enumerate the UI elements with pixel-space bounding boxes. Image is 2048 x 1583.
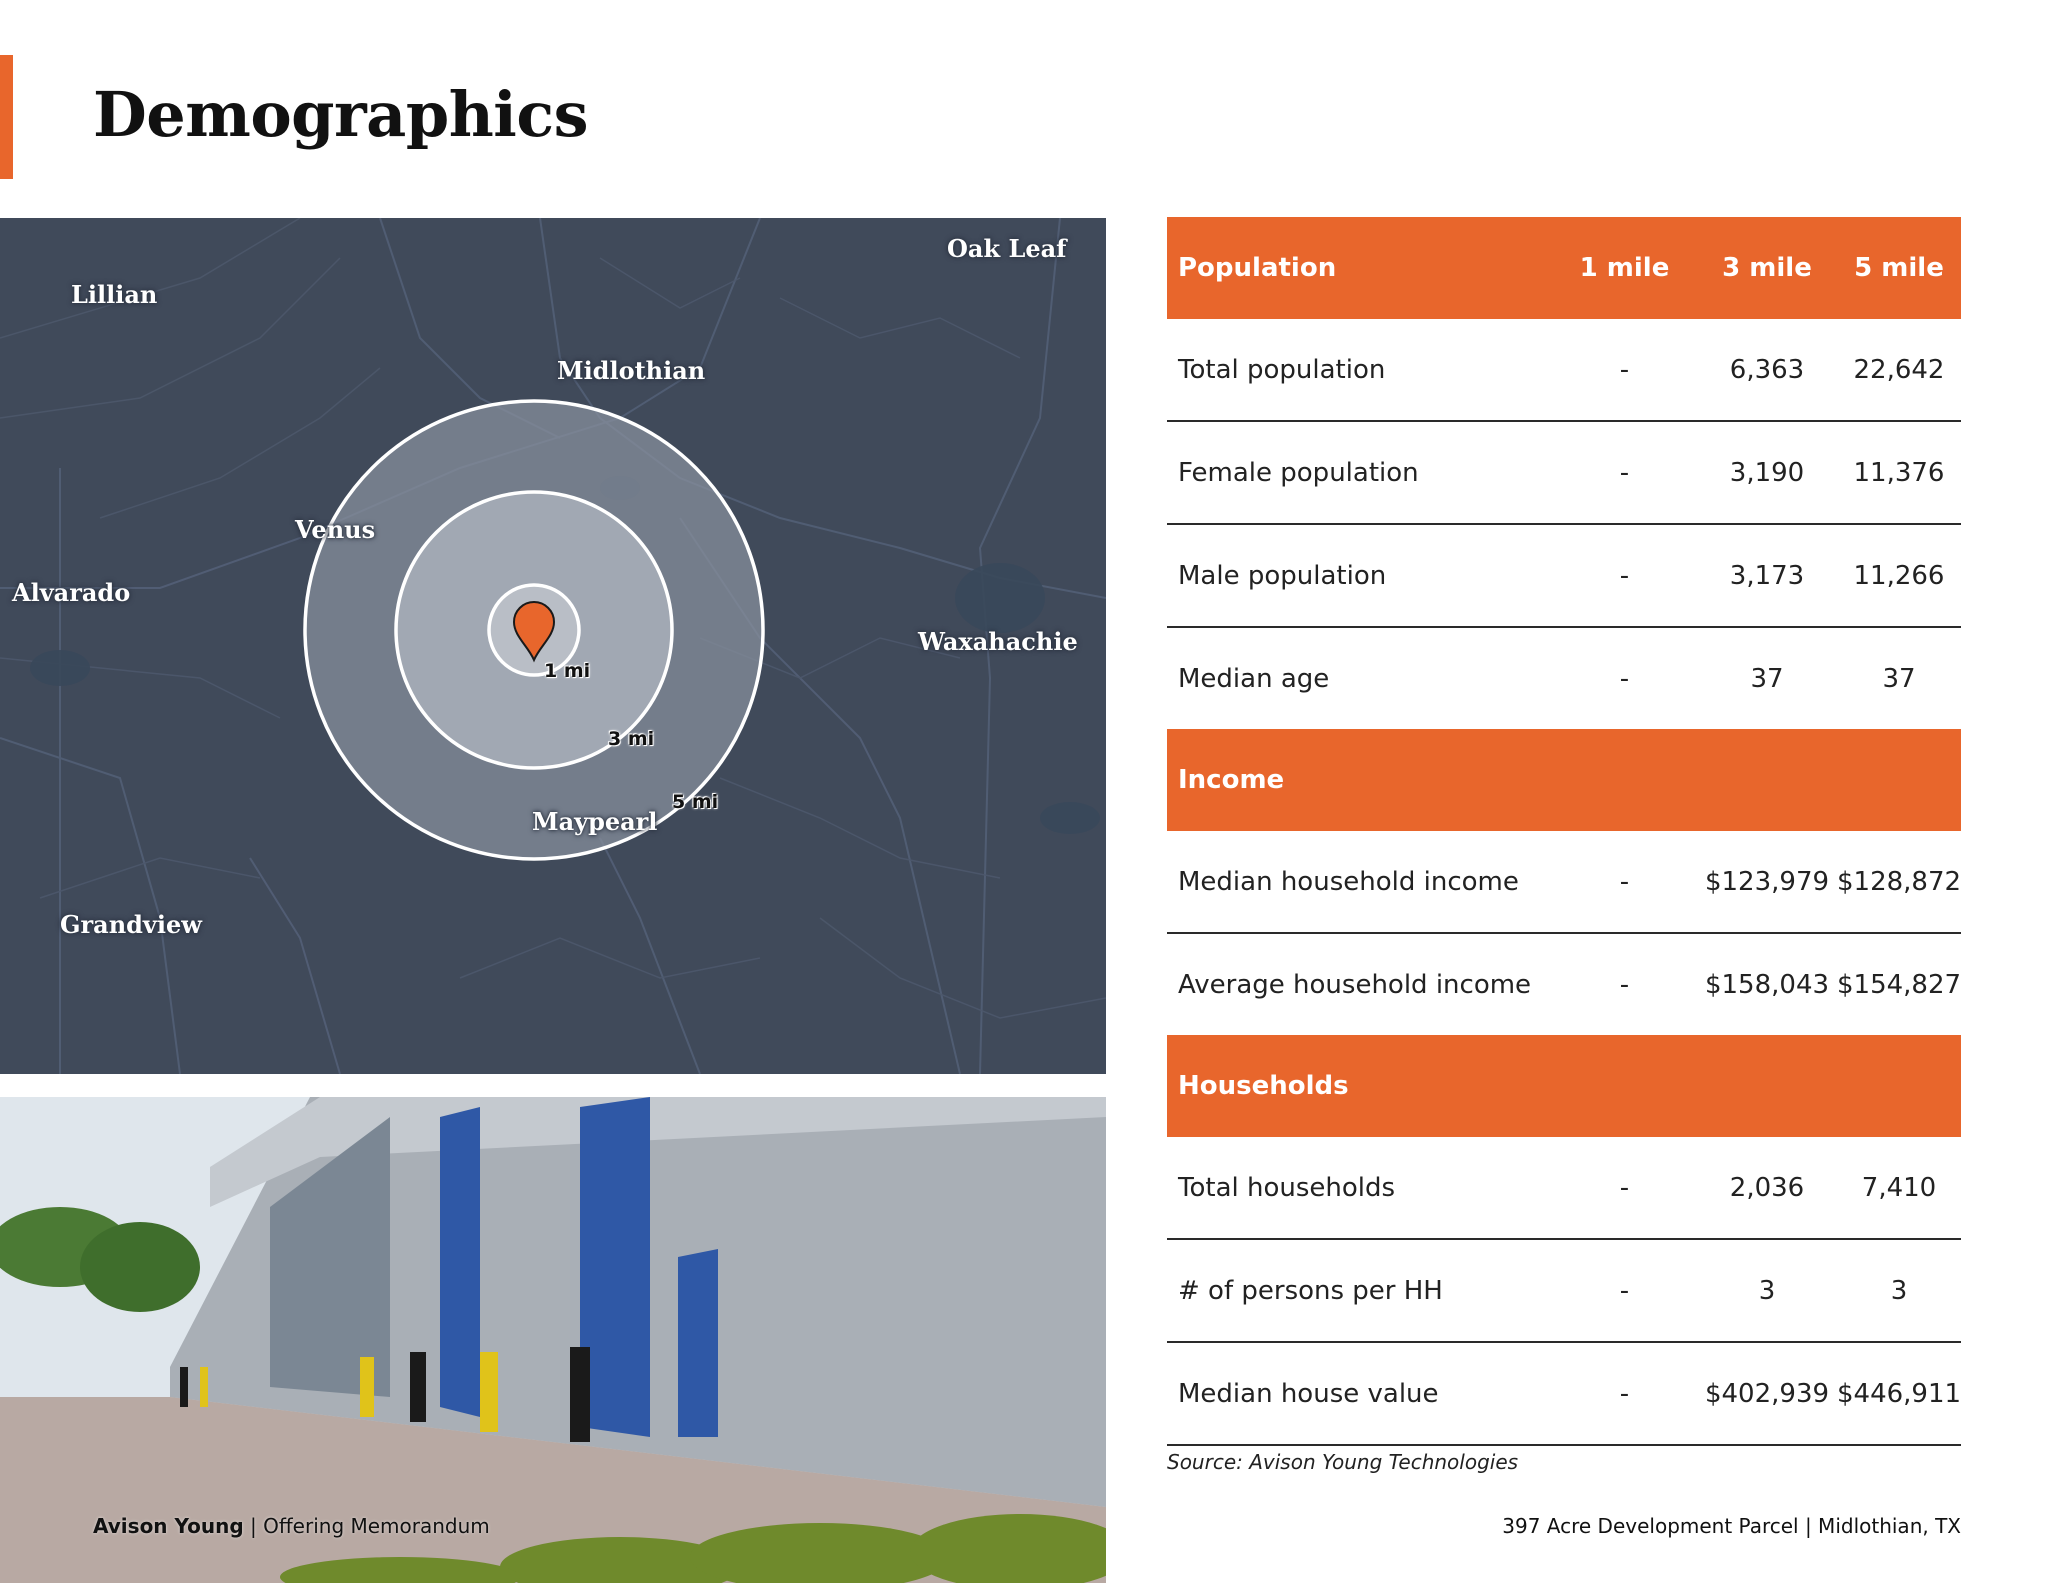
cell-5-mile: 22,642 [1853,354,1945,385]
town-label-midlothian: Midlothian [557,356,706,385]
row-label: Female population [1178,457,1419,488]
cell-1-mile: - [1619,560,1630,591]
section-title: Households [1178,1071,1349,1101]
cell-1-mile: - [1619,457,1630,488]
table-row: Median household income - $123,979 $128,… [1167,831,1961,934]
cell-5-mile: 3 [1890,1275,1908,1306]
footer-property: 397 Acre Development Parcel | Midlothian… [1502,1514,1961,1538]
footer-doc-type: Offering Memorandum [263,1514,490,1538]
col-header-1-mile: 1 mile [1579,253,1670,283]
ring-label-1mi: 1 mi [544,660,591,682]
col-header-3-mile: 3 mile [1722,253,1812,283]
row-label: Median household income [1178,866,1519,897]
cell-3-mile: 37 [1750,663,1784,694]
col-header-5-mile: 5 mile [1854,253,1944,283]
town-label-waxahachie: Waxahachie [918,627,1078,656]
cell-1-mile: - [1619,1378,1630,1409]
cell-5-mile: $154,827 [1837,969,1962,1000]
footer-brand: Avison Young [93,1514,244,1538]
demographics-table: Population 1 mile 3 mile 5 mile Total po… [1167,217,1961,1446]
cell-1-mile: - [1619,663,1630,694]
town-label-grandview: Grandview [60,910,202,939]
demographics-map: Oak Leaf Lillian Midlothian Venus Alvara… [0,218,1106,1074]
row-label: Male population [1178,560,1387,591]
row-label: Total households [1178,1172,1396,1203]
footer-separator: | [250,1514,257,1538]
town-label-oak-leaf: Oak Leaf [947,234,1067,263]
cell-5-mile: $446,911 [1837,1378,1962,1409]
table-row: # of persons per HH - 3 3 [1167,1240,1961,1343]
cell-3-mile: 3 [1758,1275,1776,1306]
cell-5-mile: 11,376 [1853,457,1945,488]
cell-3-mile: $158,043 [1704,969,1830,1000]
table-row: Average household income - $158,043 $154… [1167,934,1961,1035]
row-label: Average household income [1178,969,1532,1000]
town-label-venus: Venus [295,515,376,544]
section-header-households: Households [1167,1035,1961,1137]
ring-label-3mi: 3 mi [608,728,655,750]
cell-3-mile: $123,979 [1704,866,1830,897]
cell-1-mile: - [1619,969,1630,1000]
cell-1-mile: - [1619,1172,1630,1203]
cell-3-mile: 3,190 [1729,457,1805,488]
cell-1-mile: - [1619,1275,1630,1306]
warehouse-illustration [0,1097,1106,1583]
cell-5-mile: 37 [1882,663,1916,694]
town-label-maypearl: Maypearl [532,807,658,836]
row-label: Total population [1178,354,1386,385]
section-title: Population [1178,253,1337,283]
town-label-alvarado: Alvarado [12,578,131,607]
cell-3-mile: 2,036 [1729,1172,1805,1203]
cell-5-mile: $128,872 [1837,866,1962,897]
table-row: Median age - 37 37 [1167,628,1961,729]
row-label: Median age [1178,663,1330,694]
section-title: Income [1178,765,1285,795]
section-header-income: Income [1167,729,1961,831]
table-row: Total households - 2,036 7,410 [1167,1137,1961,1240]
section-header-population: Population 1 mile 3 mile 5 mile [1167,217,1961,319]
row-label: # of persons per HH [1178,1275,1443,1306]
cell-5-mile: 11,266 [1853,560,1945,591]
cell-1-mile: - [1619,866,1630,897]
page-title: Demographics [93,78,589,151]
town-label-lillian: Lillian [71,280,158,309]
title-accent-bar [0,55,13,179]
table-row: Median house value - $402,939 $446,911 [1167,1343,1961,1446]
cell-3-mile: $402,939 [1704,1378,1830,1409]
cell-3-mile: 3,173 [1729,560,1805,591]
footer-brand-line: Avison Young | Offering Memorandum [93,1514,490,1538]
row-label: Median house value [1178,1378,1439,1409]
cell-1-mile: - [1619,354,1630,385]
cell-5-mile: 7,410 [1861,1172,1937,1203]
ring-label-5mi: 5 mi [672,791,719,813]
table-row: Male population - 3,173 11,266 [1167,525,1961,628]
table-row: Total population - 6,363 22,642 [1167,319,1961,422]
warehouse-photo [0,1097,1106,1583]
source-note: Source: Avison Young Technologies [1167,1450,1519,1474]
table-row: Female population - 3,190 11,376 [1167,422,1961,525]
cell-3-mile: 6,363 [1729,354,1805,385]
